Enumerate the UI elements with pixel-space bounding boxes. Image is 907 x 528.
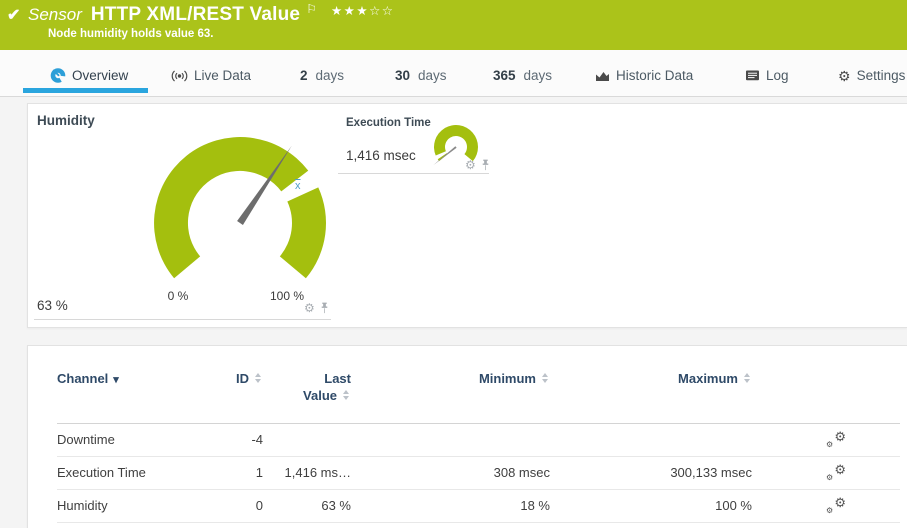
column-header-label: Channel — [57, 371, 108, 386]
sensor-kind-label: Sensor — [28, 5, 82, 25]
channel-maximum-cell: 100 % — [558, 489, 760, 522]
column-header-label: ID — [236, 371, 249, 386]
gauge-icon — [50, 67, 66, 83]
table-row[interactable]: Humidity 0 63 % 18 % 100 % ⚙⚙ — [57, 489, 900, 522]
gauges-panel: Humidity x 0 % 100 % 63 % ⚙ Execution Ti… — [27, 103, 907, 328]
channel-name-cell[interactable]: Execution Time — [57, 456, 217, 489]
channel-id-cell: 0 — [217, 489, 271, 522]
prtg-sensor-page: ✔ Sensor HTTP XML/REST Value ⚐ ★★★☆☆ Nod… — [0, 0, 907, 528]
sort-icon — [342, 390, 351, 401]
check-icon: ✔ — [7, 5, 20, 25]
channel-name-cell[interactable]: Humidity — [57, 489, 217, 522]
column-header-id[interactable]: ID — [217, 370, 271, 423]
channel-minimum-cell — [359, 423, 558, 456]
channel-maximum-cell: 300,133 msec — [558, 456, 760, 489]
tab-2-days[interactable]: 2 days — [300, 68, 344, 83]
channels-panel: Channel ▾ ID Last Value Minimum Maximum — [27, 345, 907, 528]
tab-overview[interactable]: Overview — [50, 67, 128, 83]
channel-table-body: Downtime -4 ⚙⚙ Execution Time 1 1,416 ms… — [57, 423, 900, 522]
tab-unit: days — [524, 68, 553, 83]
execution-time-widget-actions: ⚙ — [465, 159, 490, 171]
tab-live-data[interactable]: Live Data — [171, 68, 251, 83]
log-icon — [745, 69, 760, 82]
channel-last-value-cell — [271, 423, 359, 456]
humidity-widget-divider — [34, 319, 331, 320]
channel-minimum-cell: 18 % — [359, 489, 558, 522]
average-marker: x — [295, 180, 301, 192]
tab-historic-data[interactable]: Historic Data — [595, 68, 693, 83]
channel-actions-cell: ⚙⚙ — [760, 423, 900, 456]
column-header-label: Maximum — [678, 371, 738, 386]
column-header-label: Value — [303, 388, 337, 403]
tab-label: Historic Data — [616, 68, 693, 83]
channel-settings-icon[interactable]: ⚙⚙ — [826, 431, 846, 449]
gauge-min-label: 0 % — [153, 289, 203, 303]
gear-icon[interactable]: ⚙ — [465, 159, 476, 171]
tab-unit: days — [418, 68, 447, 83]
tab-settings[interactable]: ⚙ Settings — [838, 68, 905, 83]
sort-icon — [743, 373, 752, 384]
column-header-last-value[interactable]: Last Value — [271, 370, 359, 423]
tab-number: 365 — [493, 68, 516, 83]
channel-last-value-cell: 1,416 ms… — [271, 456, 359, 489]
column-header-actions — [760, 370, 900, 423]
sensor-status-header: ✔ Sensor HTTP XML/REST Value ⚐ ★★★☆☆ Nod… — [0, 0, 907, 50]
execution-time-gauge-title: Execution Time — [346, 117, 431, 129]
channel-minimum-cell: 308 msec — [359, 456, 558, 489]
channel-id-cell: 1 — [217, 456, 271, 489]
flag-icon[interactable]: ⚐ — [306, 2, 317, 16]
tab-bar: Overview Live Data 2 days 30 days 365 — [0, 50, 907, 97]
sensor-title-row: Sensor HTTP XML/REST Value ⚐ ★★★☆☆ — [28, 4, 395, 26]
column-header-label: Last — [324, 371, 351, 386]
tab-365-days[interactable]: 365 days — [493, 68, 552, 83]
humidity-current-value: 63 % — [37, 298, 68, 313]
column-header-label: Minimum — [479, 371, 536, 386]
tab-unit: days — [316, 68, 345, 83]
channel-id-cell: -4 — [217, 423, 271, 456]
channel-last-value-cell: 63 % — [271, 489, 359, 522]
pin-icon[interactable] — [481, 159, 490, 171]
channel-name-cell[interactable]: Downtime — [57, 423, 217, 456]
channel-actions-cell: ⚙⚙ — [760, 489, 900, 522]
tab-label: Log — [766, 68, 789, 83]
channel-actions-cell: ⚙⚙ — [760, 456, 900, 489]
tab-number: 30 — [395, 68, 410, 83]
page-title: HTTP XML/REST Value — [91, 4, 300, 26]
tab-30-days[interactable]: 30 days — [395, 68, 447, 83]
table-row[interactable]: Downtime -4 ⚙⚙ — [57, 423, 900, 456]
channel-maximum-cell — [558, 423, 760, 456]
channel-settings-icon[interactable]: ⚙⚙ — [826, 497, 846, 515]
priority-stars[interactable]: ★★★☆☆ — [331, 3, 395, 18]
execution-time-widget-divider — [338, 173, 489, 174]
channel-table-header-row: Channel ▾ ID Last Value Minimum Maximum — [57, 370, 900, 423]
table-row[interactable]: Execution Time 1 1,416 ms… 308 msec 300,… — [57, 456, 900, 489]
column-header-minimum[interactable]: Minimum — [359, 370, 558, 423]
pin-icon[interactable] — [320, 302, 329, 314]
column-header-maximum[interactable]: Maximum — [558, 370, 760, 423]
channel-settings-icon[interactable]: ⚙⚙ — [826, 464, 846, 482]
sensor-status-message: Node humidity holds value 63. — [48, 28, 214, 40]
tab-number: 2 — [300, 68, 308, 83]
humidity-widget-actions: ⚙ — [304, 302, 329, 314]
tab-log[interactable]: Log — [745, 68, 789, 83]
column-header-channel[interactable]: Channel ▾ — [57, 370, 217, 423]
gear-icon[interactable]: ⚙ — [304, 302, 315, 314]
humidity-gauge-title: Humidity — [37, 113, 95, 128]
sort-icon — [541, 373, 550, 384]
channel-table: Channel ▾ ID Last Value Minimum Maximum — [57, 370, 900, 523]
active-tab-underline — [23, 88, 148, 93]
tab-label: Settings — [857, 68, 906, 83]
tab-label: Overview — [72, 68, 128, 83]
execution-time-current-value: 1,416 msec — [346, 148, 416, 163]
chevron-down-icon: ▾ — [113, 374, 119, 386]
gear-icon: ⚙ — [838, 69, 851, 83]
tab-label: Live Data — [194, 68, 251, 83]
sort-icon — [254, 373, 263, 384]
live-data-icon — [171, 69, 188, 83]
historic-data-icon — [595, 69, 610, 82]
